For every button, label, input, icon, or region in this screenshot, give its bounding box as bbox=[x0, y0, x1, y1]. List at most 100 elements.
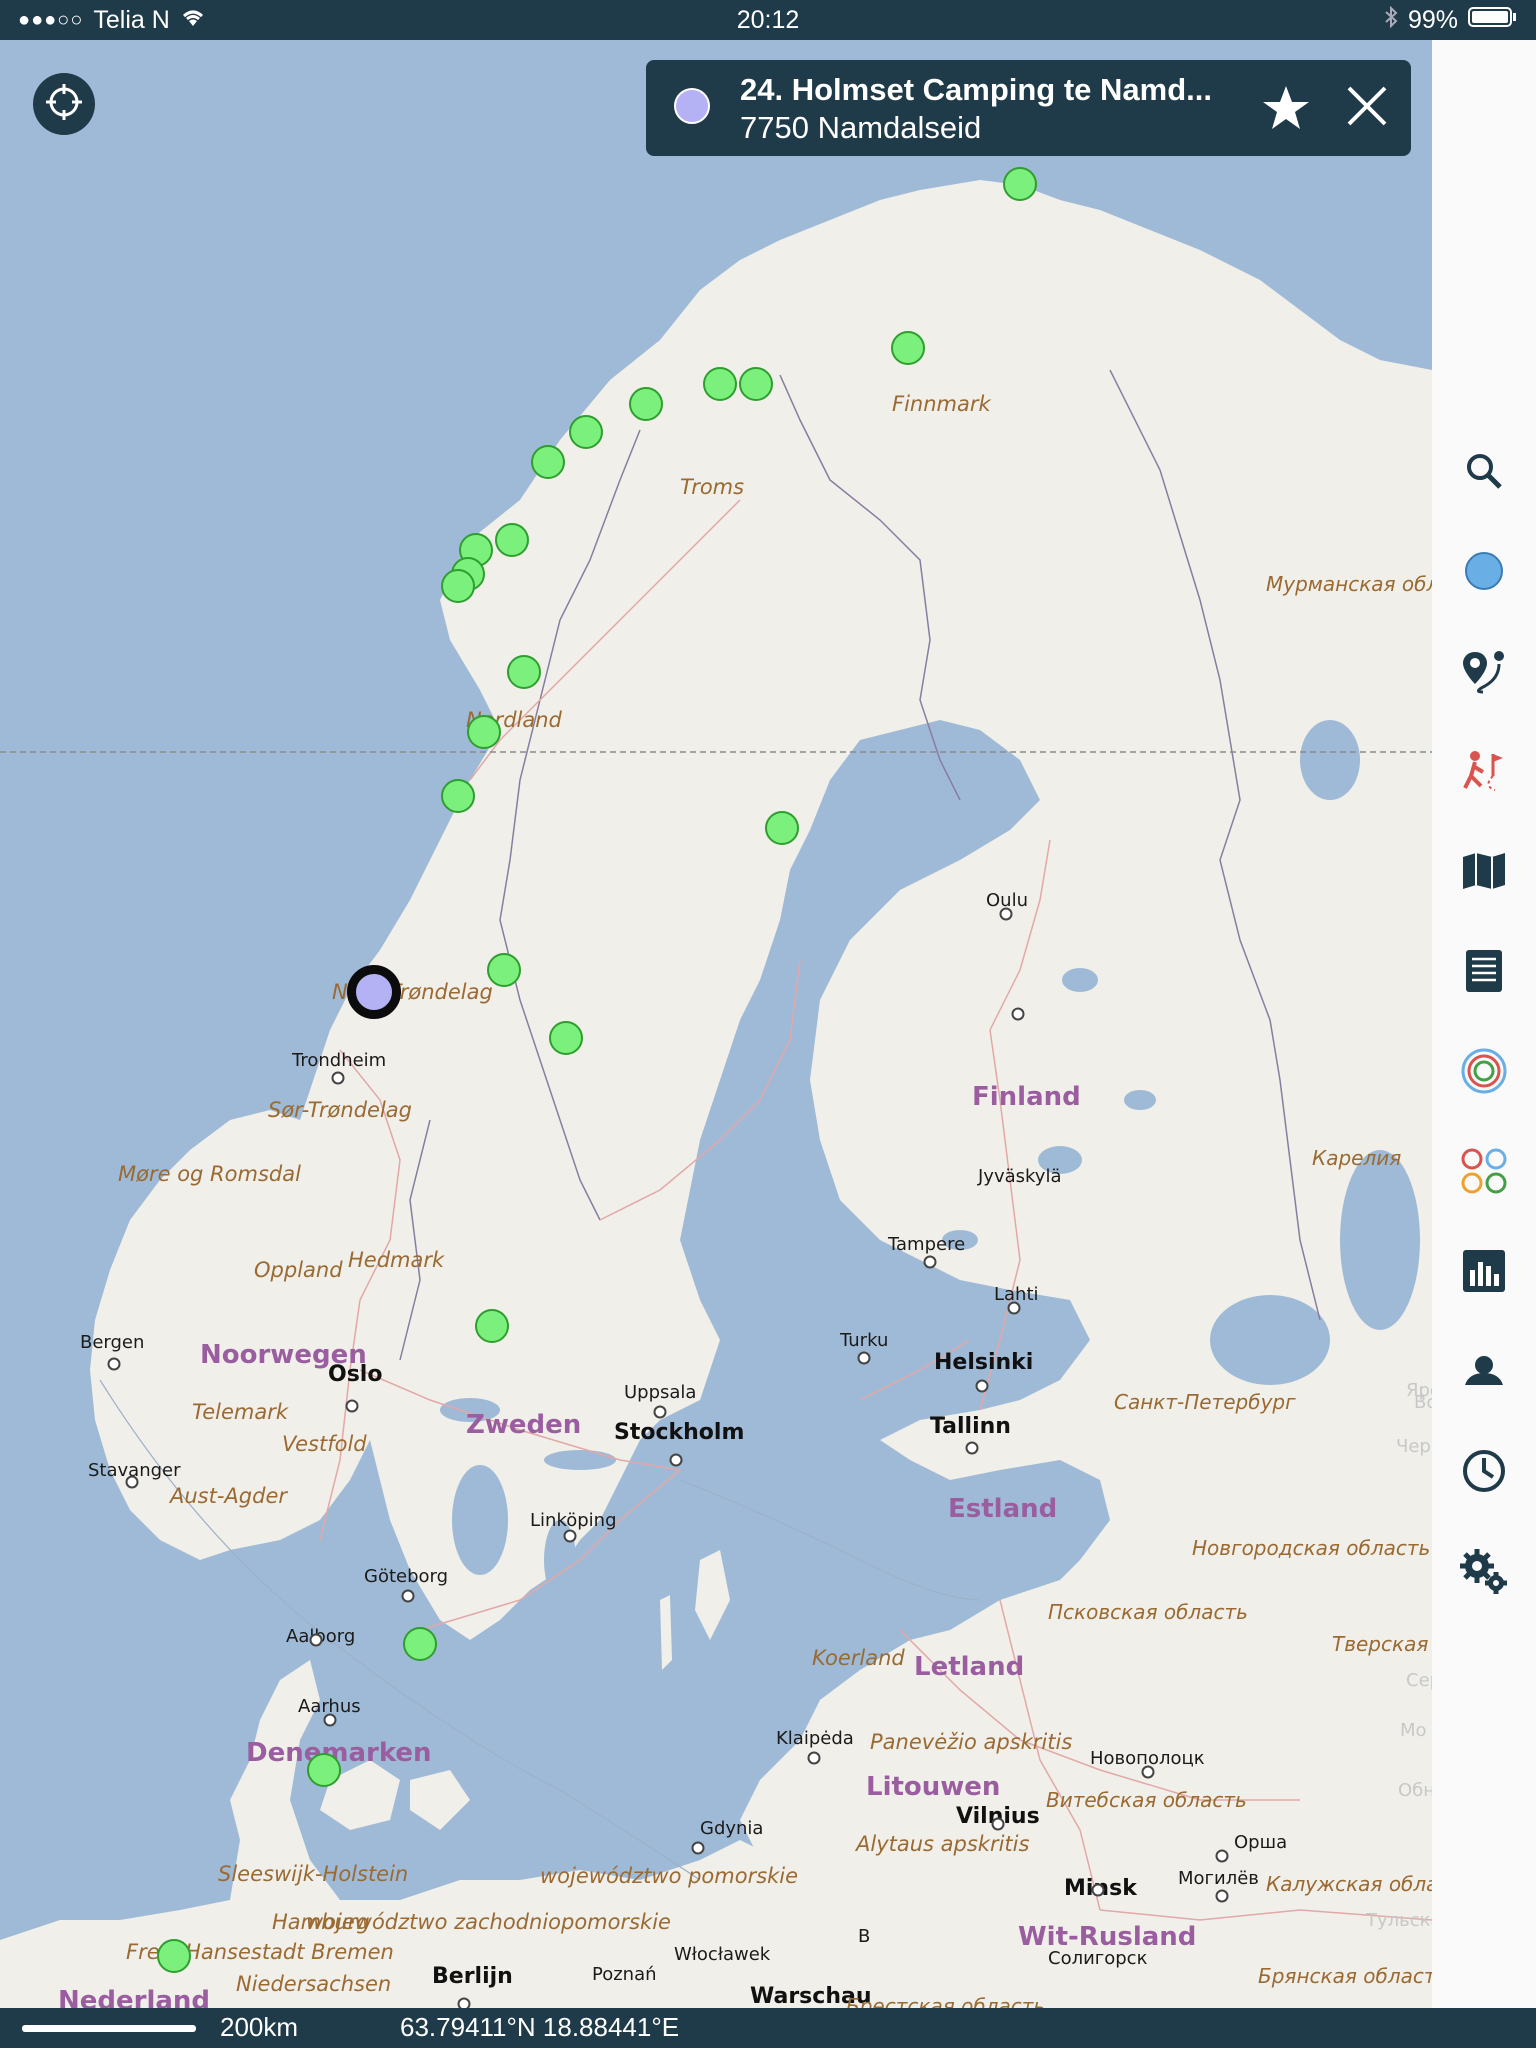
rings-icon bbox=[1459, 1046, 1509, 1101]
points-layer-button[interactable] bbox=[1432, 538, 1536, 608]
map-label-rus: Брестская область bbox=[846, 1994, 1046, 2008]
city-marker bbox=[807, 1751, 821, 1765]
bluetooth-icon bbox=[1384, 5, 1398, 35]
favorite-star-icon[interactable] bbox=[1256, 78, 1316, 143]
city-marker bbox=[323, 1713, 337, 1727]
campsite-pin[interactable] bbox=[507, 655, 541, 689]
city-marker bbox=[691, 1841, 705, 1855]
tracks-button[interactable] bbox=[1432, 738, 1536, 808]
map-label-region: Møre og Romsdal bbox=[118, 1162, 301, 1186]
campsite-pin[interactable] bbox=[495, 523, 529, 557]
map-label-rus: Карелия bbox=[1312, 1146, 1402, 1170]
campsite-pin[interactable] bbox=[441, 779, 475, 813]
map-view[interactable]: Finnmark Troms Nordland Nord-Trøndelag Trond… bbox=[0, 40, 1432, 2008]
map-label-region: Aust-Agder bbox=[170, 1484, 288, 1508]
overlays-button[interactable] bbox=[1432, 1038, 1536, 1108]
history-button[interactable] bbox=[1432, 1438, 1536, 1508]
map-label-region: Sleeswijk-Holstein bbox=[218, 1862, 409, 1886]
map-label-region: Finnmark bbox=[892, 392, 991, 416]
map-label-rus: Витебская область bbox=[1046, 1788, 1247, 1812]
map-label-region: Troms bbox=[680, 475, 745, 499]
map-label-city: Göteborg bbox=[364, 1566, 449, 1587]
map-label-city: Орша bbox=[1234, 1832, 1288, 1853]
map-label-rus: Санкт-Петербург bbox=[1114, 1390, 1296, 1414]
map-label-city: B bbox=[858, 1926, 871, 1947]
map-label-rus: Тверская область bbox=[1332, 1632, 1432, 1656]
map-label-ghost: Обнинск bbox=[1398, 1780, 1432, 1801]
locate-me-button[interactable] bbox=[33, 73, 95, 135]
campsite-pin[interactable] bbox=[569, 415, 603, 449]
statistics-button[interactable] bbox=[1432, 1238, 1536, 1308]
city-marker bbox=[999, 907, 1013, 921]
city-marker bbox=[107, 1357, 121, 1371]
campsite-pin[interactable] bbox=[487, 953, 521, 987]
map-label-rus: Брянская область bbox=[1258, 1964, 1432, 1988]
map-label-city: Gdynia bbox=[700, 1818, 764, 1839]
campsite-pin[interactable] bbox=[157, 1939, 191, 1973]
map-label-region: Vestfold bbox=[282, 1432, 367, 1456]
map-label-city: Jyväskylä bbox=[978, 1166, 1062, 1187]
map-label-country: Litouwen bbox=[866, 1772, 1001, 1802]
map-label-region: Panevėžio apskritis bbox=[870, 1730, 1073, 1754]
city-marker bbox=[331, 1071, 345, 1085]
campsite-pin[interactable] bbox=[765, 811, 799, 845]
map-icon bbox=[1461, 851, 1507, 896]
campsite-pin[interactable] bbox=[307, 1753, 341, 1787]
map-label-city: Uppsala bbox=[624, 1382, 697, 1403]
map-label-city: Trondheim bbox=[292, 1050, 387, 1071]
city-marker bbox=[457, 1997, 471, 2008]
close-icon[interactable] bbox=[1341, 80, 1393, 137]
campsite-pin[interactable] bbox=[531, 445, 565, 479]
campsite-pin[interactable] bbox=[549, 1021, 583, 1055]
list-icon bbox=[1466, 949, 1502, 997]
maps-button[interactable] bbox=[1432, 838, 1536, 908]
settings-button[interactable] bbox=[1432, 1538, 1536, 1608]
map-label-city: Klaipėda bbox=[776, 1728, 854, 1749]
campsite-pin[interactable] bbox=[403, 1627, 437, 1661]
map-label-region: Alytaus apskritis bbox=[856, 1832, 1030, 1856]
campsite-pin[interactable] bbox=[703, 367, 737, 401]
city-marker bbox=[1215, 1849, 1229, 1863]
campsite-pin[interactable] bbox=[441, 569, 475, 603]
search-button[interactable] bbox=[1432, 438, 1536, 508]
map-label-ghost: Яро bbox=[1406, 1380, 1432, 1401]
campsite-pin[interactable] bbox=[467, 715, 501, 749]
map-label-city: Bergen bbox=[80, 1332, 145, 1353]
map-label-country: Letland bbox=[914, 1652, 1025, 1682]
tool-sidebar bbox=[1432, 40, 1536, 2008]
city-marker bbox=[563, 1529, 577, 1543]
map-label-city: Солигорск bbox=[1048, 1948, 1148, 1969]
map-label-region: Niedersachsen bbox=[236, 1972, 392, 1996]
account-button[interactable] bbox=[1432, 1338, 1536, 1408]
campsite-pin[interactable] bbox=[1003, 167, 1037, 201]
map-label-country: Estland bbox=[948, 1494, 1058, 1524]
map-label-city: Włocławek bbox=[674, 1944, 771, 1965]
battery-percent: 99% bbox=[1407, 5, 1458, 34]
map-label-ghost: Мо bbox=[1400, 1720, 1427, 1741]
campsite-pin[interactable] bbox=[739, 367, 773, 401]
city-marker bbox=[345, 1399, 359, 1413]
user-icon bbox=[1461, 1351, 1507, 1396]
campsite-pin[interactable] bbox=[891, 331, 925, 365]
selected-campsite-pin[interactable] bbox=[347, 965, 401, 1019]
categories-button[interactable] bbox=[1432, 1138, 1536, 1208]
blue-circle-icon bbox=[1462, 549, 1506, 598]
campsite-pin[interactable] bbox=[629, 387, 663, 421]
map-label-bigcity: Helsinki bbox=[934, 1350, 1034, 1375]
coordinates-readout: 63.79411°N 18.88441°E bbox=[400, 2012, 680, 2042]
map-label-region: Koerland bbox=[812, 1646, 905, 1670]
campsite-pin[interactable] bbox=[475, 1309, 509, 1343]
city-marker bbox=[1007, 1301, 1021, 1315]
map-label-ghost: Тульская bbox=[1366, 1910, 1432, 1931]
place-popup[interactable]: 24. Holmset Camping te Namd... 7750 Namd… bbox=[646, 60, 1411, 156]
chart-icon bbox=[1463, 1249, 1505, 1297]
map-label-country: Nederland bbox=[58, 1986, 211, 2008]
list-button[interactable] bbox=[1432, 938, 1536, 1008]
route-pin-icon bbox=[1459, 646, 1509, 701]
bottom-info-bar: 200km 63.79411°N 18.88441°E bbox=[0, 2008, 1536, 2048]
route-button[interactable] bbox=[1432, 638, 1536, 708]
map-label-country: Zweden bbox=[466, 1410, 582, 1440]
map-label-city: Могилёв bbox=[1178, 1868, 1259, 1889]
map-label-region: Sør-Trøndelag bbox=[268, 1098, 412, 1122]
map-label-rus: Калужская область bbox=[1266, 1872, 1432, 1896]
